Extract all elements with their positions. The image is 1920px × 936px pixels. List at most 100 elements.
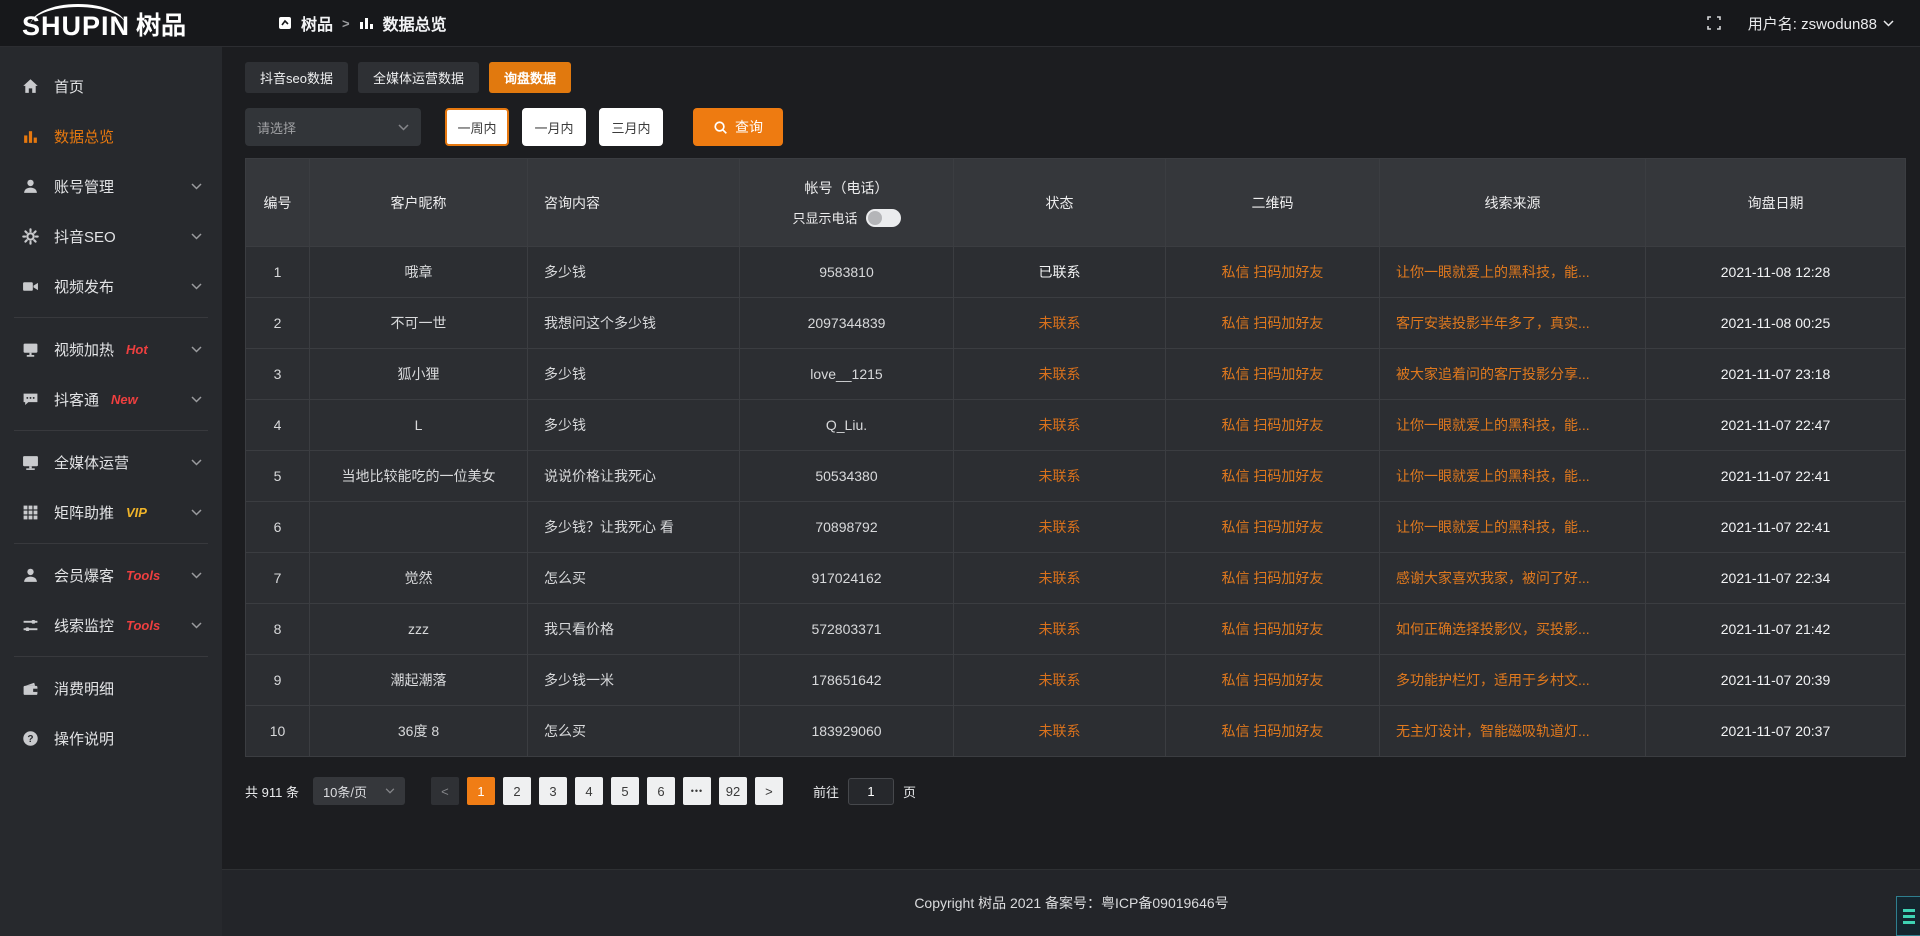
cell-lead-source-link[interactable]: 如何正确选择投影仪，买投影...: [1380, 604, 1646, 655]
page-button-3[interactable]: 3: [539, 777, 567, 805]
sidebar-item-douyin-seo[interactable]: 抖音SEO: [0, 211, 222, 261]
cell-lead-source-link[interactable]: 被大家追着问的客厅投影分享...: [1380, 349, 1646, 400]
cell-qrcode-link[interactable]: 私信 扫码加好友: [1166, 553, 1380, 604]
cell-nickname: L: [310, 400, 528, 451]
range-quarter-button[interactable]: 三月内: [599, 108, 663, 146]
cell-date: 2021-11-07 22:41: [1646, 451, 1906, 502]
cell-status: 未联系: [954, 502, 1166, 553]
cell-lead-source-link[interactable]: 感谢大家喜欢我家，被问了好...: [1380, 553, 1646, 604]
cell-date: 2021-11-08 12:28: [1646, 247, 1906, 298]
cell-lead-source-link[interactable]: 让你一眼就爱上的黑科技，能...: [1380, 247, 1646, 298]
sidebar-divider: [14, 430, 208, 431]
sidebar-item-label: 抖客通: [54, 389, 99, 410]
cell-account: love__1215: [740, 349, 954, 400]
sidebar-item-omnimedia[interactable]: 全媒体运营: [0, 437, 222, 487]
svg-text:?: ?: [27, 733, 33, 744]
page-button-1[interactable]: 1: [467, 777, 495, 805]
cell-lead-source-link[interactable]: 让你一眼就爱上的黑科技，能...: [1380, 451, 1646, 502]
inquiry-table: 编号 客户昵称 咨询内容 帐号（电话） 只显示电话 状态 二维码 线索来源: [245, 158, 1906, 757]
page-button-2[interactable]: 2: [503, 777, 531, 805]
cell-date: 2021-11-07 21:42: [1646, 604, 1906, 655]
more-pages-button[interactable]: •••: [683, 777, 711, 805]
cell-qrcode-link[interactable]: 私信 扫码加好友: [1166, 451, 1380, 502]
cell-lead-source-link[interactable]: 让你一眼就爱上的黑科技，能...: [1380, 400, 1646, 451]
page-button-6[interactable]: 6: [647, 777, 675, 805]
page-button-4[interactable]: 4: [575, 777, 603, 805]
tab-omnimedia-data[interactable]: 全媒体运营数据: [358, 62, 479, 93]
user-menu[interactable]: 用户名: zswodun88: [1748, 13, 1894, 34]
cell-qrcode-link[interactable]: 私信 扫码加好友: [1166, 400, 1380, 451]
sidebar-item-doukertong[interactable]: 抖客通 New: [0, 374, 222, 424]
goto-page-input[interactable]: [848, 778, 894, 805]
cell-content: 我想问这个多少钱: [528, 298, 740, 349]
cell-qrcode-link[interactable]: 私信 扫码加好友: [1166, 349, 1380, 400]
chevron-down-icon: [191, 572, 202, 579]
account-select[interactable]: 请选择: [245, 108, 421, 146]
member-icon: [22, 566, 40, 584]
sidebar-item-data-overview[interactable]: 数据总览: [0, 111, 222, 161]
cell-qrcode-link[interactable]: 私信 扫码加好友: [1166, 298, 1380, 349]
col-header-status: 状态: [954, 159, 1166, 247]
toggle-knob: [868, 211, 882, 225]
sidebar-item-help[interactable]: ? 操作说明: [0, 713, 222, 763]
page-size-select[interactable]: 10条/页: [313, 777, 405, 805]
sidebar-item-account-mgmt[interactable]: 账号管理: [0, 161, 222, 211]
goto-label: 前往: [813, 782, 839, 801]
chevron-down-icon: [191, 233, 202, 240]
col-header-date: 询盘日期: [1646, 159, 1906, 247]
breadcrumb-current: 数据总览: [383, 11, 447, 35]
page-button-92[interactable]: 92: [719, 777, 747, 805]
table-header-row: 编号 客户昵称 咨询内容 帐号（电话） 只显示电话 状态 二维码 线索来源: [246, 159, 1906, 247]
sidebar-item-video-heating[interactable]: 视频加热 Hot: [0, 324, 222, 374]
sidebar-item-label: 首页: [54, 76, 84, 97]
cell-nickname: zzz: [310, 604, 528, 655]
breadcrumb-separator: >: [342, 16, 350, 31]
cell-date: 2021-11-07 23:18: [1646, 349, 1906, 400]
cell-qrcode-link[interactable]: 私信 扫码加好友: [1166, 706, 1380, 757]
cell-lead-source-link[interactable]: 让你一眼就爱上的黑科技，能...: [1380, 502, 1646, 553]
range-month-button[interactable]: 一月内: [522, 108, 586, 146]
fullscreen-icon[interactable]: [1706, 15, 1722, 31]
col-header-content: 咨询内容: [528, 159, 740, 247]
search-button[interactable]: 查询: [693, 108, 783, 146]
breadcrumb-root-icon: [278, 16, 292, 30]
cell-content: 多少钱？让我死心 看: [528, 502, 740, 553]
monitor-icon: [22, 340, 40, 358]
chat-widget[interactable]: [1896, 896, 1920, 936]
sidebar-item-spending-detail[interactable]: 消费明细: [0, 663, 222, 713]
cell-lead-source-link[interactable]: 多功能护栏灯，适用于乡村文...: [1380, 655, 1646, 706]
sidebar-item-member-burst[interactable]: 会员爆客 Tools: [0, 550, 222, 600]
cell-qrcode-link[interactable]: 私信 扫码加好友: [1166, 655, 1380, 706]
gear-icon: [22, 227, 40, 245]
cell-lead-source-link[interactable]: 无主灯设计，智能磁吸轨道灯...: [1380, 706, 1646, 757]
cell-qrcode-link[interactable]: 私信 扫码加好友: [1166, 502, 1380, 553]
breadcrumb: 树品 > 数据总览: [278, 11, 447, 35]
sidebar-item-matrix-boost[interactable]: 矩阵助推 VIP: [0, 487, 222, 537]
cell-qrcode-link[interactable]: 私信 扫码加好友: [1166, 604, 1380, 655]
cell-status: 已联系: [954, 247, 1166, 298]
cell-content: 怎么买: [528, 553, 740, 604]
app-logo[interactable]: SHUPIN 树品: [0, 0, 222, 46]
cell-id: 9: [246, 655, 310, 706]
video-icon: [22, 277, 40, 295]
chevron-down-icon: [191, 346, 202, 353]
sidebar-item-lead-monitor[interactable]: 线索监控 Tools: [0, 600, 222, 650]
sidebar-item-label: 视频加热: [54, 339, 114, 360]
cell-account: 178651642: [740, 655, 954, 706]
cell-status: 未联系: [954, 451, 1166, 502]
phone-only-toggle[interactable]: [866, 209, 901, 227]
next-page-button[interactable]: >: [755, 777, 783, 805]
cell-id: 7: [246, 553, 310, 604]
range-week-button[interactable]: 一周内: [445, 108, 509, 146]
breadcrumb-root[interactable]: 树品: [301, 11, 333, 35]
page-button-5[interactable]: 5: [611, 777, 639, 805]
tab-douyin-seo-data[interactable]: 抖音seo数据: [245, 62, 348, 93]
tab-inquiry-data[interactable]: 询盘数据: [489, 62, 571, 93]
cell-qrcode-link[interactable]: 私信 扫码加好友: [1166, 247, 1380, 298]
sidebar-item-home[interactable]: 首页: [0, 61, 222, 111]
sidebar-item-video-publish[interactable]: 视频发布: [0, 261, 222, 311]
cell-nickname: [310, 502, 528, 553]
cell-lead-source-link[interactable]: 客厅安装投影半年多了，真实...: [1380, 298, 1646, 349]
sliders-icon: [22, 616, 40, 634]
prev-page-button[interactable]: <: [431, 777, 459, 805]
